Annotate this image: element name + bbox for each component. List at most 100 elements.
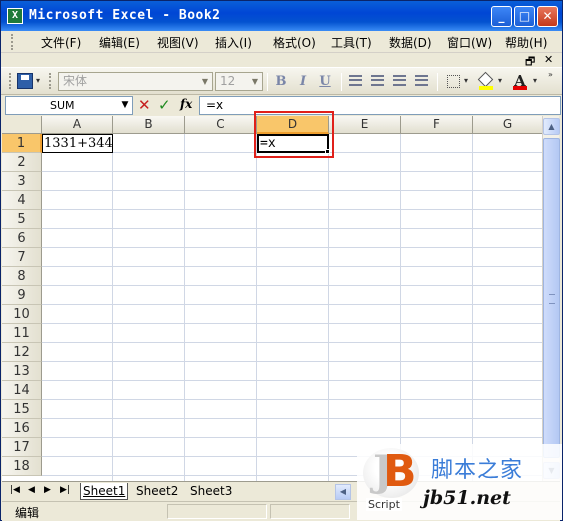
menu-insert[interactable]: 插入(I) <box>215 34 252 51</box>
gridline-horizontal <box>42 285 542 286</box>
underline-button[interactable]: U <box>317 74 333 90</box>
align-left-icon[interactable] <box>349 75 362 86</box>
scroll-up-icon[interactable]: ▲ <box>543 118 560 135</box>
chevron-down-icon[interactable]: ▾ <box>533 76 537 85</box>
gridline-horizontal <box>42 437 542 438</box>
row-header-12[interactable]: 12 <box>2 343 42 362</box>
column-header-e[interactable]: E <box>329 116 401 134</box>
menu-grip-handle[interactable] <box>11 34 15 50</box>
row-header-8[interactable]: 8 <box>2 267 42 286</box>
gridline-horizontal <box>42 209 542 210</box>
menu-edit[interactable]: 编辑(E) <box>99 34 140 51</box>
vertical-scrollbar[interactable]: ▲ ▼ <box>542 116 560 481</box>
first-sheet-icon[interactable]: |◀ <box>10 485 20 495</box>
row-header-14[interactable]: 14 <box>2 381 42 400</box>
menu-help[interactable]: 帮助(H) <box>505 34 547 51</box>
fill-color-icon[interactable] <box>477 71 494 90</box>
menu-format[interactable]: 格式(O) <box>273 34 316 51</box>
gridline-horizontal <box>42 342 542 343</box>
menu-data[interactable]: 数据(D) <box>389 34 432 51</box>
row-header-5[interactable]: 5 <box>2 210 42 229</box>
chevron-down-icon[interactable]: ▼ <box>119 98 131 113</box>
row-header-17[interactable]: 17 <box>2 438 42 457</box>
row-header-11[interactable]: 11 <box>2 324 42 343</box>
row-header-10[interactable]: 10 <box>2 305 42 324</box>
merge-center-icon[interactable] <box>415 75 428 86</box>
tab-sheet2[interactable]: Sheet2 <box>134 483 180 500</box>
bold-button[interactable]: B <box>273 74 289 90</box>
select-all-corner[interactable] <box>2 116 42 134</box>
gridline-horizontal <box>42 380 542 381</box>
row-header-6[interactable]: 6 <box>2 229 42 248</box>
row-header-7[interactable]: 7 <box>2 248 42 267</box>
prev-sheet-icon[interactable]: ◀ <box>28 485 35 495</box>
borders-icon[interactable] <box>447 75 460 88</box>
font-color-icon[interactable]: A <box>513 72 527 90</box>
gridline-vertical <box>472 134 473 481</box>
row-header-16[interactable]: 16 <box>2 419 42 438</box>
font-name-select[interactable]: 宋体 ▼ <box>58 72 213 91</box>
column-header-a[interactable]: A <box>42 116 113 134</box>
save-icon[interactable] <box>17 73 33 89</box>
column-header-c[interactable]: C <box>185 116 257 134</box>
menu-window[interactable]: 窗口(W) <box>447 34 492 51</box>
last-sheet-icon[interactable]: ▶| <box>60 485 70 495</box>
toolbar-options-chevron-icon[interactable]: ▾ <box>36 76 40 85</box>
chevron-down-icon: ▼ <box>251 77 259 86</box>
menu-file[interactable]: 文件(F) <box>41 34 81 51</box>
site-watermark: J B Script 脚本之家 jb51.net <box>357 444 562 520</box>
row-header-18[interactable]: 18 <box>2 457 42 476</box>
gridline-vertical <box>184 134 185 481</box>
close-button[interactable]: ✕ <box>537 6 558 27</box>
menu-tools[interactable]: 工具(T) <box>331 34 372 51</box>
status-panel <box>167 504 267 519</box>
highlight-annotation-box <box>254 111 334 158</box>
column-header-b[interactable]: B <box>113 116 185 134</box>
logo-letter-b: B <box>383 446 417 497</box>
column-header-g[interactable]: G <box>473 116 542 134</box>
row-header-1[interactable]: 1 <box>2 134 42 153</box>
chevron-down-icon[interactable]: ▾ <box>498 76 502 85</box>
row-header-2[interactable]: 2 <box>2 153 42 172</box>
row-header-13[interactable]: 13 <box>2 362 42 381</box>
row-header-15[interactable]: 15 <box>2 400 42 419</box>
italic-button[interactable]: I <box>295 74 311 90</box>
scroll-left-icon[interactable]: ◀ <box>335 484 351 500</box>
minimize-button[interactable]: _ <box>491 6 512 27</box>
font-color-swatch <box>513 86 527 90</box>
gridline-horizontal <box>42 247 542 248</box>
watermark-url: jb51.net <box>423 487 511 509</box>
row-header-4[interactable]: 4 <box>2 191 42 210</box>
align-center-icon[interactable] <box>371 75 384 86</box>
toolbar-overflow-icon[interactable]: » <box>548 70 553 79</box>
tab-sheet1[interactable]: Sheet1 <box>80 483 129 500</box>
cell-a1[interactable]: 1331+344 <box>42 134 113 153</box>
excel-app-icon[interactable]: X <box>7 8 23 24</box>
column-header-f[interactable]: F <box>401 116 473 134</box>
paint-bucket-icon <box>477 71 494 88</box>
title-bar: X Microsoft Excel - Book2 _ □ ✕ <box>1 1 562 31</box>
chevron-down-icon[interactable]: ▾ <box>464 76 468 85</box>
row-header-3[interactable]: 3 <box>2 172 42 191</box>
gridline-vertical <box>256 134 257 481</box>
font-size-value: 12 <box>220 74 236 88</box>
vertical-scroll-thumb[interactable] <box>543 138 560 458</box>
enter-checkmark-icon[interactable]: ✓ <box>158 96 171 114</box>
gridline-vertical <box>400 134 401 481</box>
insert-function-icon[interactable]: fx <box>180 97 192 111</box>
menu-view[interactable]: 视图(V) <box>157 34 199 51</box>
font-size-select[interactable]: 12 ▼ <box>215 72 263 91</box>
doc-close-button[interactable]: ✕ <box>544 53 553 66</box>
worksheet-grid[interactable]: A B C D E F G 1 2 3 4 5 6 7 8 9 10 11 12 13 14 15 16 17 18 1331+3… <box>2 116 542 481</box>
align-right-icon[interactable] <box>393 75 406 86</box>
maximize-button[interactable]: □ <box>514 6 535 27</box>
gridline-horizontal <box>42 304 542 305</box>
name-box[interactable]: SUM ▼ <box>5 96 133 115</box>
toolbar-grip-handle-2[interactable] <box>49 73 53 89</box>
toolbar-grip-handle[interactable] <box>9 73 13 89</box>
tab-sheet3[interactable]: Sheet3 <box>188 483 234 500</box>
next-sheet-icon[interactable]: ▶ <box>44 485 51 495</box>
row-header-9[interactable]: 9 <box>2 286 42 305</box>
cancel-icon[interactable]: ✕ <box>138 96 151 114</box>
menu-bar: 文件(F) 编辑(E) 视图(V) 插入(I) 格式(O) 工具(T) 数据(D… <box>1 31 562 53</box>
